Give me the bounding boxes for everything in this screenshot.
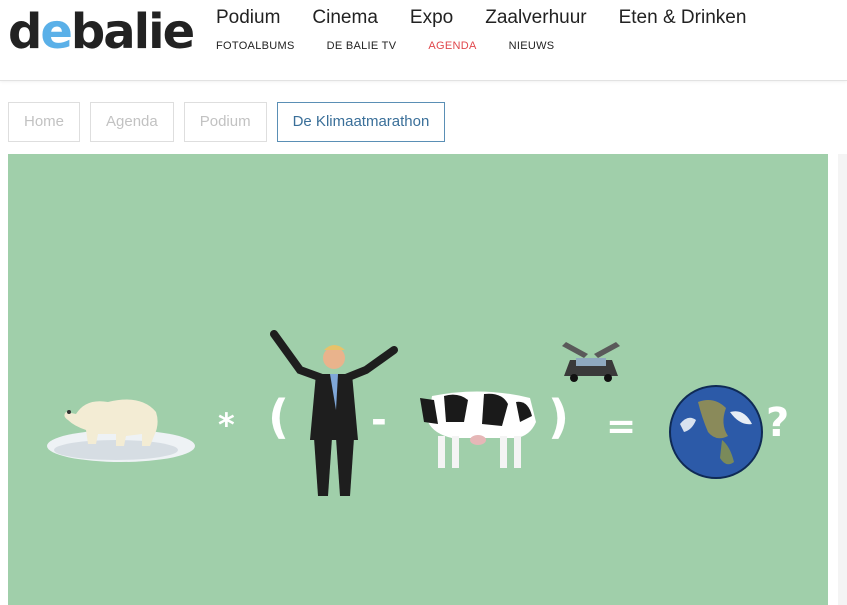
nav-zaalverhuur[interactable]: Zaalverhuur xyxy=(485,7,586,29)
subnav-agenda[interactable]: AGENDA xyxy=(428,40,476,52)
car-image xyxy=(562,342,620,382)
breadcrumb-home[interactable]: Home xyxy=(8,102,81,142)
nav-expo[interactable]: Expo xyxy=(410,7,453,29)
nav-cinema[interactable]: Cinema xyxy=(312,7,377,29)
cow-image xyxy=(420,391,536,468)
polar-bear-image xyxy=(47,399,195,462)
nav-podium[interactable]: Podium xyxy=(216,7,280,29)
multiply-sign: * xyxy=(218,406,235,444)
site-header: debalie Podium Cinema Expo Zaalverhuur E… xyxy=(0,0,847,81)
equals-sign: = xyxy=(606,406,637,447)
minus-sign: - xyxy=(371,398,387,442)
breadcrumb-agenda[interactable]: Agenda xyxy=(90,102,174,142)
page-edge xyxy=(838,154,847,605)
question-mark: ? xyxy=(766,400,790,446)
breadcrumb: Home Agenda Podium De Klimaatmarathon xyxy=(8,102,455,142)
event-banner: * ( - ) = ? xyxy=(8,154,828,605)
sub-nav: FOTOALBUMS DE BALIE TV AGENDA NIEUWS xyxy=(216,40,586,52)
subnav-debalie-tv[interactable]: DE BALIE TV xyxy=(327,40,397,52)
breadcrumb-podium[interactable]: Podium xyxy=(183,102,267,142)
subnav-fotoalbums[interactable]: FOTOALBUMS xyxy=(216,40,295,52)
main-nav: Podium Cinema Expo Zaalverhuur Eten & Dr… xyxy=(216,7,778,29)
breadcrumb-current[interactable]: De Klimaatmarathon xyxy=(276,102,446,142)
earth-image xyxy=(669,385,763,479)
debalie-logo[interactable]: debalie xyxy=(8,2,195,62)
subnav-nieuws[interactable]: NIEUWS xyxy=(509,40,555,52)
nav-eten-drinken[interactable]: Eten & Drinken xyxy=(619,7,747,29)
close-parenthesis: ) xyxy=(548,390,570,444)
